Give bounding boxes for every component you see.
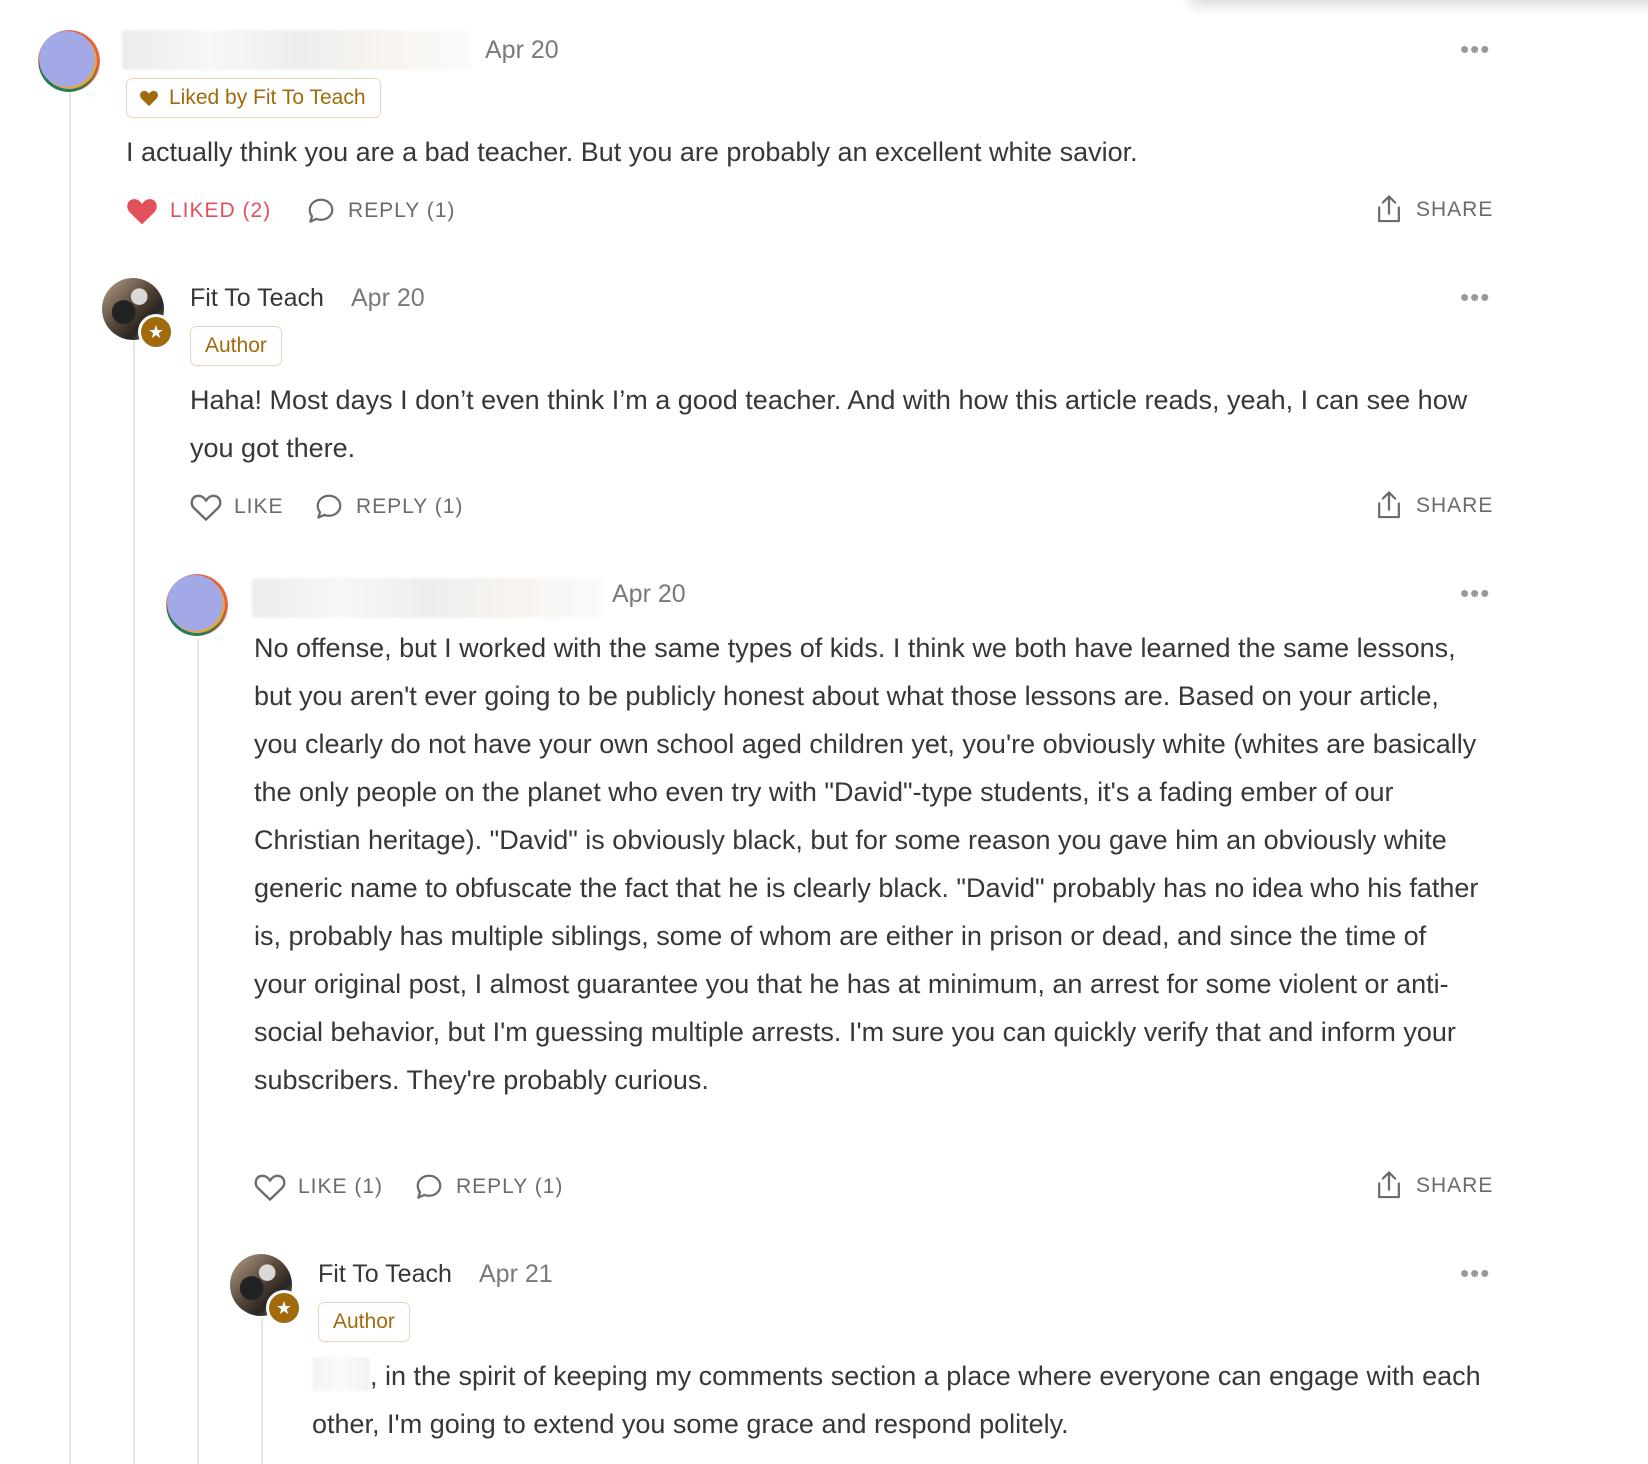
author-name[interactable]: Fit To Teach xyxy=(190,284,324,313)
reply-button[interactable]: REPLY (1) xyxy=(414,1172,563,1202)
share-button[interactable]: SHARE xyxy=(1374,194,1493,226)
share-label: SHARE xyxy=(1416,494,1494,517)
reply-label: REPLY (1) xyxy=(356,495,464,518)
like-label: LIKED (2) xyxy=(170,199,272,222)
reply-button[interactable]: REPLY (1) xyxy=(314,492,463,522)
heart-outline-icon xyxy=(254,1174,286,1201)
reply-label: REPLY (1) xyxy=(456,1175,564,1198)
reply-button[interactable]: REPLY (1) xyxy=(306,196,455,226)
comment-date[interactable]: Apr 20 xyxy=(351,284,425,313)
blurred-mention xyxy=(312,1357,370,1391)
like-button[interactable]: LIKE (1) xyxy=(254,1172,383,1202)
thread-line xyxy=(69,92,71,1464)
reply-label: REPLY (1) xyxy=(348,199,456,222)
author-badge-label: Author xyxy=(205,334,267,357)
like-button[interactable]: LIKE xyxy=(190,492,284,522)
more-dots-icon[interactable]: ••• xyxy=(1460,284,1490,310)
speech-bubble-icon xyxy=(316,494,342,519)
liked-by-label: Liked by Fit To Teach xyxy=(169,86,366,109)
author-badge: Author xyxy=(190,326,282,366)
comment-text: No offense, but I worked with the same t… xyxy=(254,633,1479,1095)
more-dots-icon[interactable]: ••• xyxy=(1460,580,1490,606)
avatar[interactable] xyxy=(166,574,228,636)
author-badge-label: Author xyxy=(333,1310,395,1333)
blurred-username xyxy=(252,578,602,618)
share-icon xyxy=(1378,1171,1400,1199)
share-button[interactable]: SHARE xyxy=(1374,1170,1493,1202)
share-button[interactable]: SHARE xyxy=(1374,490,1493,522)
more-dots-icon[interactable]: ••• xyxy=(1460,36,1490,62)
heart-outline-icon xyxy=(190,494,222,521)
star-icon: ★ xyxy=(266,1290,302,1326)
like-label: LIKE (1) xyxy=(298,1175,384,1198)
comment-date[interactable]: Apr 20 xyxy=(612,580,686,609)
share-label: SHARE xyxy=(1416,198,1494,221)
comment-date[interactable]: Apr 21 xyxy=(479,1260,553,1289)
comment-text: Haha! Most days I don’t even think I’m a… xyxy=(190,385,1468,463)
thread-line xyxy=(133,340,135,1464)
speech-bubble-icon xyxy=(308,198,334,223)
more-dots-icon[interactable]: ••• xyxy=(1460,1260,1490,1286)
like-button[interactable]: LIKED (2) xyxy=(126,196,271,226)
thread-line xyxy=(261,1318,263,1464)
heart-filled-icon xyxy=(127,199,157,225)
blurred-username xyxy=(122,30,472,70)
comment-text-content: , in the spirit of keeping my comments s… xyxy=(312,1361,1481,1439)
comment-date[interactable]: Apr 20 xyxy=(485,36,559,65)
author-badge: Author xyxy=(318,1302,410,1342)
heart-filled-icon xyxy=(140,90,158,107)
thread-line xyxy=(197,638,199,1464)
share-icon xyxy=(1378,195,1400,223)
liked-by-badge: Liked by Fit To Teach xyxy=(126,78,381,118)
like-label: LIKE xyxy=(234,495,284,518)
comment-text: , in the spirit of keeping my comments s… xyxy=(312,1352,1492,1448)
share-label: SHARE xyxy=(1416,1174,1494,1197)
comment-text: I actually think you are a bad teacher. … xyxy=(126,137,1138,167)
star-icon: ★ xyxy=(138,314,174,350)
speech-bubble-icon xyxy=(416,1174,442,1199)
author-name[interactable]: Fit To Teach xyxy=(318,1260,452,1289)
avatar[interactable] xyxy=(38,30,100,92)
share-icon xyxy=(1378,491,1400,519)
